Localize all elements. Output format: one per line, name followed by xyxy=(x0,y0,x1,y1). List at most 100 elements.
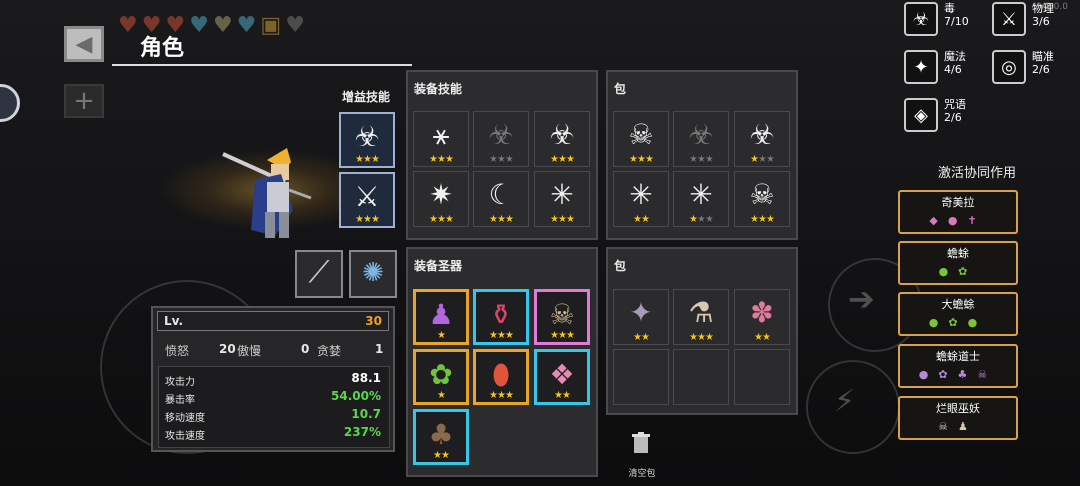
stat-value: 54.00% xyxy=(331,389,381,403)
trait-physical[interactable]: ⚔ 物理 3/6 xyxy=(992,2,1054,36)
trait-aim[interactable]: ◎ 瞄准 2/6 xyxy=(992,50,1054,84)
synergy-icons: ◆●✝ xyxy=(929,214,987,227)
star-rating: ★★ xyxy=(633,214,650,225)
empty-slot[interactable] xyxy=(673,349,729,405)
relic-icon: ⬮ xyxy=(492,358,510,391)
skill-icon: ☣ xyxy=(749,118,775,151)
page-title: 角色 xyxy=(140,36,185,61)
weapon-slot[interactable]: ⟋ xyxy=(295,250,343,298)
trait-name: 物理 xyxy=(1032,2,1054,15)
equip-relic-slot[interactable]: ♟ ★ xyxy=(413,289,469,345)
title-divider xyxy=(112,64,412,66)
anger-value: 20 xyxy=(219,342,236,356)
skill-icon: ☾ xyxy=(488,178,514,211)
stat-label: 暴击率 xyxy=(165,395,195,406)
stat-row: 移动速度 10.7 xyxy=(165,407,385,425)
crosshair-icon: ◎ xyxy=(992,50,1026,84)
stats-panel: Lv. 30 愤怒 20 傲慢 0 贪婪 1 攻击力 88.1 暴击率 54.0… xyxy=(151,306,395,452)
bag-relic-slot[interactable]: ✽ ★★ xyxy=(734,289,790,345)
stat-row: 攻击速度 237% xyxy=(165,425,385,443)
empty-slot[interactable] xyxy=(734,349,790,405)
add-button[interactable]: + xyxy=(64,84,104,118)
trait-curse[interactable]: ◈ 咒语 2/6 xyxy=(904,98,966,132)
synergy-item[interactable]: 蟾蜍道士 ●✿♣☠ xyxy=(898,344,1018,388)
back-button[interactable]: ◀ xyxy=(64,26,104,62)
trait-count: 7/10 xyxy=(944,15,969,28)
skill-icon: ☠ xyxy=(749,178,775,211)
equip-relic-slot[interactable]: ♣ ★★ xyxy=(413,409,469,465)
star-rating: ★★★ xyxy=(429,154,454,165)
equip-relic-slot[interactable]: ✿ ★ xyxy=(413,349,469,405)
relic-icon: ✦ xyxy=(629,296,653,329)
skill-icon: ✳ xyxy=(689,178,713,211)
stat-value: 88.1 xyxy=(351,371,381,385)
relic-icon: ❖ xyxy=(549,358,575,391)
trash-icon[interactable] xyxy=(628,432,654,454)
buff-skill-slot[interactable]: ☣ ★★★ xyxy=(339,112,395,168)
skill-icon: ✳ xyxy=(629,178,653,211)
bag-skill-slot[interactable]: ☣ ★★★ xyxy=(673,111,729,167)
synergy-item[interactable]: 烂眼巫妖 ☠♟ xyxy=(898,396,1018,440)
trait-name: 毒 xyxy=(944,2,955,15)
bag-relic-slot[interactable]: ⚗ ★★★ xyxy=(673,289,729,345)
bag-skill-slot[interactable]: ✳ ★★ xyxy=(613,171,669,227)
synergy-name: 蟾蜍道士 xyxy=(936,350,980,363)
biohazard-icon: ☣ xyxy=(904,2,938,36)
panel-title: 装备圣器 xyxy=(414,259,463,273)
star-rating: ★ xyxy=(437,390,446,401)
trait-poison[interactable]: ☣ 毒 7/10 xyxy=(904,2,969,36)
trait-count: 4/6 xyxy=(944,63,962,76)
equip-skill-slot[interactable]: ✳ ★★★ xyxy=(534,171,590,227)
star-rating: ★★ xyxy=(754,332,771,343)
equip-relic-slot[interactable]: ☠ ★★★ xyxy=(534,289,590,345)
equip-relic-slot[interactable]: ❖ ★★ xyxy=(534,349,590,405)
bag-skill-slot[interactable]: ✳ ★★★ xyxy=(673,171,729,227)
bag-relic-slot[interactable]: ✦ ★★ xyxy=(613,289,669,345)
trait-magic[interactable]: ✦ 魔法 4/6 xyxy=(904,50,966,84)
synergy-item[interactable]: 大蟾蜍 ●✿● xyxy=(898,292,1018,336)
bag-skill-slot[interactable]: ☣ ★★★ xyxy=(734,111,790,167)
equip-skill-slot[interactable]: ☣ ★★★ xyxy=(534,111,590,167)
stat-label: 移动速度 xyxy=(165,413,205,424)
synergy-item[interactable]: 蟾蜍 ●✿ xyxy=(898,241,1018,285)
star-rating: ★★★ xyxy=(750,154,775,165)
panel-title: 装备技能 xyxy=(414,82,463,96)
empty-slot[interactable] xyxy=(613,349,669,405)
buff-skill-slot[interactable]: ⚔ ★★★ xyxy=(339,172,395,228)
trait-count: 2/6 xyxy=(944,111,962,124)
equip-skill-slot[interactable]: ☾ ★★★ xyxy=(473,171,529,227)
staff-icon: ✺ xyxy=(362,258,384,288)
relic-icon: ♣ xyxy=(428,418,454,451)
clear-bag-label[interactable]: 清空包 xyxy=(622,466,662,479)
weapon-slot[interactable]: ✺ xyxy=(349,250,397,298)
star-rating: ★★★ xyxy=(550,214,575,225)
greed-value: 1 xyxy=(375,342,384,356)
biohazard-icon: ☣ xyxy=(354,120,380,153)
equip-skill-slot[interactable]: ⚹ ★★★ xyxy=(413,111,469,167)
pride-label: 傲慢 xyxy=(237,344,262,358)
relic-icon: ♟ xyxy=(428,298,454,331)
bag-skill-slot[interactable]: ☠ ★★★ xyxy=(734,171,790,227)
equip-relic-slot[interactable]: ⬮ ★★★ xyxy=(473,349,529,405)
star-rating: ★★★ xyxy=(550,330,575,341)
synergy-name: 烂眼巫妖 xyxy=(936,402,980,415)
heart-icon: ♥ xyxy=(236,13,257,38)
skill-icon: ☣ xyxy=(488,118,514,151)
star-rating: ★★★ xyxy=(689,332,714,343)
heart-icon: ♥ xyxy=(285,13,305,38)
equip-relic-slot[interactable]: ⚱ ★★★ xyxy=(473,289,529,345)
synergy-item[interactable]: 奇美拉 ◆●✝ xyxy=(898,190,1018,234)
equip-skill-slot[interactable]: ✷ ★★★ xyxy=(413,171,469,227)
sword-icon: ⚔ xyxy=(992,2,1026,36)
curse-icon: ◈ xyxy=(904,98,938,132)
level-label: Lv. xyxy=(164,314,184,328)
star-rating: ★★★ xyxy=(489,214,514,225)
skill-icon: ⚹ xyxy=(432,118,450,151)
skill-icon: ☣ xyxy=(688,118,714,151)
star-rating: ★★★ xyxy=(429,214,454,225)
equip-skill-slot[interactable]: ☣ ★★★ xyxy=(473,111,529,167)
bag-skill-slot[interactable]: ☠ ★★★ xyxy=(613,111,669,167)
heart-icon: ♥ xyxy=(212,13,233,38)
relic-icon: ✽ xyxy=(750,296,774,329)
trait-name: 魔法 xyxy=(944,50,966,63)
